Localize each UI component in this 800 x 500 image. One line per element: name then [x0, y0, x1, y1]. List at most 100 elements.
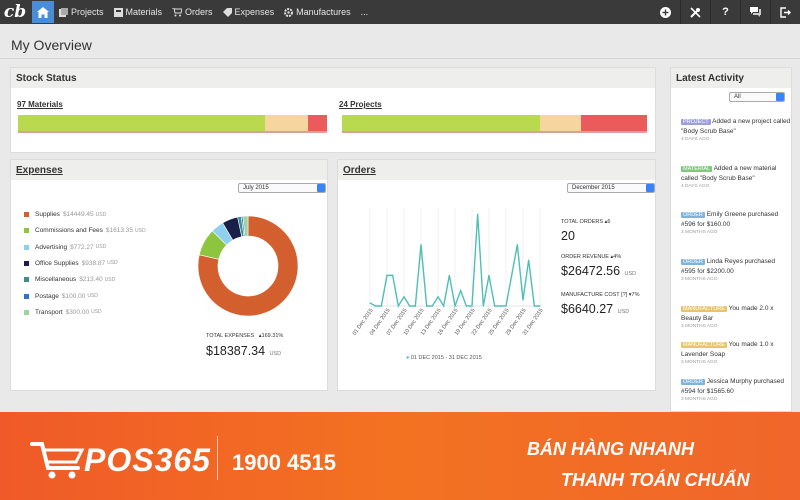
- orders-data-point[interactable]: [375, 305, 377, 307]
- logout-button[interactable]: [770, 0, 800, 24]
- activity-tag[interactable]: MANUFACTURE: [681, 306, 727, 312]
- add-button[interactable]: [650, 0, 680, 24]
- legend-unit: USD: [91, 309, 102, 316]
- stock-segment-good: [342, 115, 541, 131]
- orders-stat-caption: TOTAL ORDERS ▴6: [561, 219, 610, 225]
- expense-legend-item[interactable]: Commissions and Fees $1613.35 USD: [24, 227, 146, 234]
- orders-stat-value-row: $26472.56 USD: [561, 262, 636, 280]
- activity-tag[interactable]: ORDER: [681, 379, 705, 385]
- orders-stat-value-row: $6640.27 USD: [561, 300, 629, 318]
- legend-swatch: [24, 293, 29, 299]
- activity-time: 4 DAYS AGO: [681, 184, 710, 189]
- orders-data-point[interactable]: [454, 305, 456, 307]
- orders-data-point[interactable]: [522, 299, 524, 301]
- banner-logo-text: POS365: [84, 442, 211, 478]
- activity-tag[interactable]: PROJECT: [681, 119, 711, 125]
- expense-legend-item[interactable]: Postage $100.00 USD: [24, 293, 98, 300]
- nav-more[interactable]: ...: [356, 0, 374, 24]
- orders-period-select[interactable]: December 2015: [567, 183, 655, 193]
- orders-data-point[interactable]: [397, 305, 399, 307]
- orders-title[interactable]: Orders: [338, 160, 655, 180]
- orders-data-point[interactable]: [380, 305, 382, 307]
- orders-data-point[interactable]: [443, 305, 445, 307]
- activity-tag[interactable]: ORDER: [681, 212, 705, 218]
- orders-data-point[interactable]: [448, 274, 450, 276]
- activity-tag[interactable]: ORDER: [681, 259, 705, 265]
- orders-data-point[interactable]: [369, 302, 371, 304]
- orders-stat-label: TOTAL ORDERS: [561, 219, 604, 225]
- activity-item[interactable]: ORDER Linda Reyes purchased #595 for $22…: [681, 257, 791, 284]
- orders-data-point[interactable]: [528, 259, 530, 261]
- activity-item[interactable]: MANUFACTURE You made 1.0 x Lavender Soap…: [681, 340, 791, 367]
- orders-data-point[interactable]: [539, 305, 541, 307]
- orders-data-point[interactable]: [437, 296, 439, 298]
- orders-data-point[interactable]: [488, 274, 490, 276]
- expense-legend-item[interactable]: Miscellaneous $213.40 USD: [24, 276, 115, 283]
- total-expenses-value: $18387.34: [206, 344, 266, 358]
- expenses-title[interactable]: Expenses: [11, 160, 327, 180]
- nav-expenses[interactable]: Expenses: [218, 0, 280, 24]
- orders-data-point[interactable]: [494, 305, 496, 307]
- activity-filter-select[interactable]: All: [729, 92, 785, 102]
- orders-data-point[interactable]: [403, 296, 405, 298]
- orders-data-point[interactable]: [414, 305, 416, 307]
- orders-data-point[interactable]: [409, 305, 411, 307]
- stock-segment-warn: [265, 115, 309, 131]
- legend-swatch: [24, 260, 29, 266]
- orders-data-point[interactable]: [460, 290, 462, 292]
- nav-projects[interactable]: Projects: [54, 0, 109, 24]
- materials-stock-bar[interactable]: [18, 115, 327, 133]
- activity-item[interactable]: PROJECT Added a new project called "Body…: [681, 117, 791, 144]
- orders-data-point[interactable]: [420, 244, 422, 246]
- activity-item[interactable]: ORDER Emily Greene purchased #596 for $1…: [681, 210, 791, 237]
- orders-data-point[interactable]: [426, 305, 428, 307]
- activity-item[interactable]: MANUFACTURE You made 2.0 x Beauty Bar 3 M…: [681, 304, 791, 331]
- banner-phone[interactable]: 1900 4515: [232, 450, 336, 476]
- nav-orders[interactable]: Orders: [167, 0, 218, 24]
- home-button[interactable]: [32, 1, 54, 23]
- expense-legend-item[interactable]: Office Supplies $938.87 USD: [24, 260, 118, 267]
- nav-manufactures[interactable]: Manufactures: [279, 0, 356, 24]
- total-expenses-change: 169.31%: [261, 333, 284, 339]
- legend-dot-icon: ●: [406, 355, 410, 361]
- help-button[interactable]: ?: [710, 0, 740, 24]
- expense-legend-item[interactable]: Advertising $772.27 USD: [24, 244, 106, 251]
- legend-value: $213.40: [79, 276, 103, 284]
- activity-time: 4 DAYS AGO: [681, 137, 710, 142]
- orders-data-point[interactable]: [386, 274, 388, 276]
- orders-data-point[interactable]: [431, 305, 433, 307]
- nav-materials[interactable]: Materials: [109, 0, 168, 24]
- orders-data-point[interactable]: [477, 213, 479, 215]
- expenses-period-select[interactable]: July 2015: [238, 183, 326, 193]
- orders-stat-value: $6640.27: [561, 302, 614, 316]
- projects-stock-link[interactable]: 24 Projects: [339, 100, 382, 109]
- orders-data-point[interactable]: [533, 305, 535, 307]
- nav-orders-label: Orders: [185, 7, 213, 17]
- activity-tag[interactable]: MANUFACTURE: [681, 342, 727, 348]
- nav-expenses-label: Expenses: [234, 7, 275, 17]
- activity-item[interactable]: MATERIAL Added a new material called "Bo…: [681, 164, 791, 191]
- legend-unit: USD: [104, 276, 116, 283]
- orders-data-point[interactable]: [471, 305, 473, 307]
- legend-value: $300.00: [65, 308, 90, 316]
- activity-item[interactable]: ORDER Jessica Murphy purchased #594 for …: [681, 377, 791, 404]
- stock-segment-low: [580, 115, 647, 131]
- orders-data-point[interactable]: [499, 305, 501, 307]
- messages-button[interactable]: [740, 0, 770, 24]
- projects-stock-bar[interactable]: [342, 115, 647, 133]
- orders-data-point[interactable]: [511, 274, 513, 276]
- activity-tag[interactable]: MATERIAL: [681, 166, 713, 172]
- legend-name: Miscellaneous: [35, 276, 77, 284]
- legend-swatch: [24, 228, 29, 234]
- orders-data-point[interactable]: [465, 305, 467, 307]
- expense-legend-item[interactable]: Transport $300.00 USD: [24, 309, 102, 316]
- orders-data-point[interactable]: [505, 305, 507, 307]
- orders-data-point[interactable]: [482, 305, 484, 307]
- app-logo[interactable]: cb: [0, 0, 30, 24]
- expense-legend-item[interactable]: Supplies $14449.45 USD: [24, 211, 106, 218]
- materials-stock-link[interactable]: 97 Materials: [17, 100, 63, 109]
- orders-data-point[interactable]: [516, 244, 518, 246]
- tools-button[interactable]: [680, 0, 710, 24]
- orders-stat-caption: ORDER REVENUE ▴4%: [561, 254, 621, 260]
- orders-data-point[interactable]: [392, 274, 394, 276]
